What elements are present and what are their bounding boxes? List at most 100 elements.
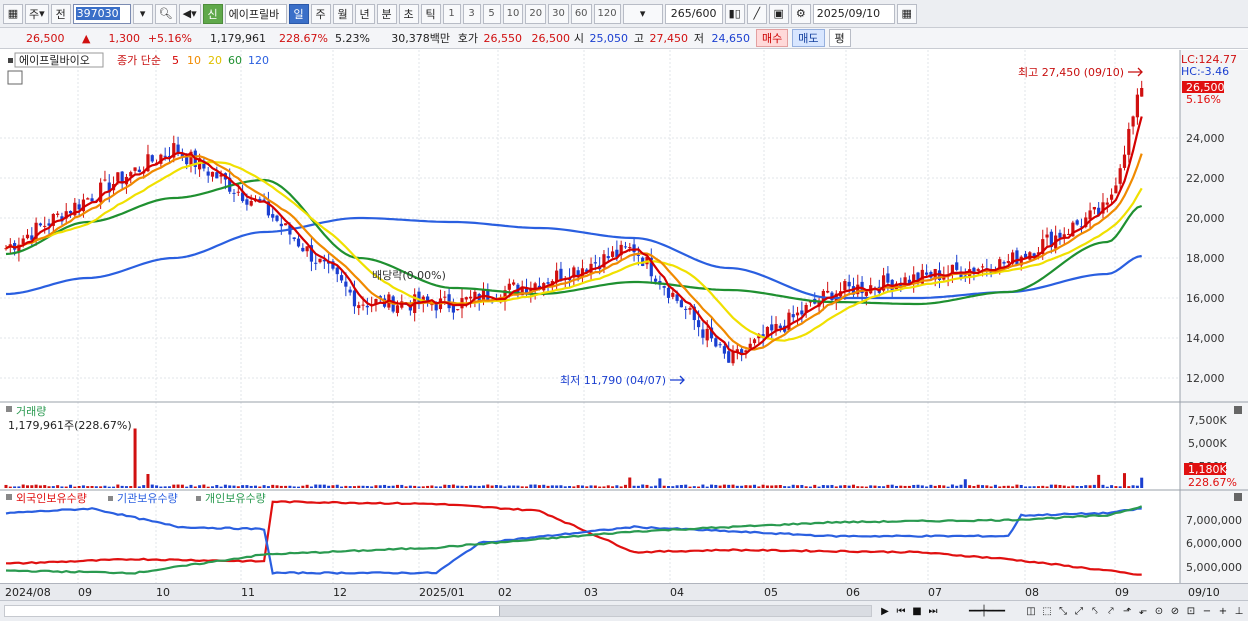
volume-bar bbox=[701, 484, 705, 488]
interval-3-button[interactable]: 3 bbox=[462, 3, 481, 24]
period-day-button[interactable]: 일 bbox=[288, 3, 309, 24]
volume-bar bbox=[1140, 477, 1144, 488]
chart-toolbar: ▦ 주 ▾ 전 397030 ▾ 🔍︎ ◀▾ 신 에이프릴바 일 주 월 년 분 … bbox=[0, 0, 1248, 28]
interval-20-button[interactable]: 20 bbox=[525, 3, 547, 24]
volume-bar bbox=[1105, 486, 1109, 488]
period-minute-button[interactable]: 분 bbox=[376, 3, 397, 24]
volume-bar bbox=[611, 486, 615, 488]
date-field[interactable]: 2025/09/10 bbox=[812, 3, 895, 24]
layout-icon[interactable]: ▦ bbox=[3, 3, 23, 24]
tool-icon[interactable]: ⬐ bbox=[1136, 604, 1150, 618]
tool-icon[interactable]: ⤡ bbox=[1056, 604, 1070, 618]
data-count-field[interactable]: 265/600 bbox=[664, 3, 723, 24]
volume-bar bbox=[1045, 486, 1049, 488]
eval-button[interactable]: 평 bbox=[828, 29, 851, 47]
zoom-slider[interactable]: ━━┿━━━ bbox=[952, 604, 1022, 618]
volume-bar bbox=[417, 486, 421, 488]
volume-bar bbox=[920, 485, 924, 488]
volume-bar bbox=[817, 486, 821, 488]
x-label-09: 09 bbox=[78, 586, 92, 599]
sound-icon[interactable]: ◀▾ bbox=[178, 3, 201, 24]
candle-body bbox=[451, 305, 455, 313]
tool-icon[interactable]: ⤢ bbox=[1072, 604, 1086, 618]
stock-chart[interactable]: 에이프릴바이오 종가 단순 5 10 20 60 120 최고 27,450 (… bbox=[0, 50, 1248, 583]
volume-bar bbox=[727, 484, 731, 488]
scroll-thumb[interactable] bbox=[499, 606, 871, 616]
period-week-button[interactable]: 주 bbox=[310, 3, 331, 24]
volume-bar bbox=[86, 486, 90, 488]
volume-bar bbox=[460, 485, 464, 488]
volume-bar bbox=[912, 484, 916, 488]
candle-body bbox=[718, 344, 722, 346]
tool-icon[interactable]: ⤣ bbox=[1088, 604, 1102, 618]
interval-60-button[interactable]: 60 bbox=[570, 3, 592, 24]
volume-bar bbox=[606, 485, 610, 488]
volume-bar bbox=[51, 486, 55, 488]
volume-bar bbox=[26, 485, 30, 488]
volume-bar bbox=[456, 485, 460, 488]
chart-scrollbar[interactable] bbox=[4, 605, 872, 617]
volume-bar bbox=[494, 484, 498, 488]
grid-toggle-icon[interactable] bbox=[7, 70, 23, 85]
interval-1-button[interactable]: 1 bbox=[442, 3, 461, 24]
volume-bar bbox=[340, 486, 344, 488]
candle-body bbox=[1131, 116, 1135, 127]
volume-bar bbox=[942, 485, 946, 488]
sell-button[interactable]: 매도 bbox=[792, 29, 825, 47]
stock-name-field[interactable]: 에이프릴바 bbox=[224, 3, 287, 24]
buy-button[interactable]: 매수 bbox=[756, 29, 789, 47]
candle-body bbox=[826, 290, 830, 293]
crosshair-icon[interactable]: ⊥ bbox=[1232, 604, 1246, 618]
candle-icon[interactable]: ▮▯ bbox=[724, 3, 745, 24]
volume-bar bbox=[107, 486, 111, 488]
rewind-icon[interactable]: ⏮ bbox=[894, 604, 908, 618]
volume-bar bbox=[800, 484, 804, 488]
volume-bar bbox=[955, 485, 959, 488]
candle-body bbox=[886, 273, 890, 283]
low-annotation: 최저 11,790 (04/07) bbox=[560, 374, 666, 387]
period-month-button[interactable]: 월 bbox=[332, 3, 353, 24]
prev-button[interactable]: 전 bbox=[50, 3, 71, 24]
tool-icon[interactable]: ⬚ bbox=[1040, 604, 1054, 618]
tool-icon[interactable]: ⊘ bbox=[1168, 604, 1182, 618]
period-type-select[interactable]: 주 ▾ bbox=[25, 3, 49, 24]
interval-120-button[interactable]: 120 bbox=[593, 3, 621, 24]
fast-forward-icon[interactable]: ⏭ bbox=[926, 604, 940, 618]
period-second-button[interactable]: 초 bbox=[398, 3, 419, 24]
interval-30-button[interactable]: 30 bbox=[548, 3, 569, 24]
interval-5-button[interactable]: 5 bbox=[482, 3, 501, 24]
settings-icon[interactable]: ⚙ bbox=[790, 3, 811, 24]
volume-bar bbox=[563, 486, 567, 488]
candle-body bbox=[469, 296, 473, 299]
calendar-icon[interactable]: ▦ bbox=[896, 3, 917, 24]
chart-type-icon[interactable]: ╱ bbox=[746, 3, 767, 24]
stock-code-input[interactable]: 397030 bbox=[72, 3, 131, 24]
period-year-button[interactable]: 년 bbox=[354, 3, 375, 24]
x-label-05: 05 bbox=[764, 586, 778, 599]
scroll-right-icon[interactable]: ▶ bbox=[878, 604, 892, 618]
interval-custom-select[interactable]: ▾ bbox=[622, 3, 663, 24]
volume-bar bbox=[533, 484, 537, 488]
volume-bar bbox=[305, 484, 309, 488]
zoom-icon[interactable]: ◫ bbox=[1024, 604, 1038, 618]
new-stock-badge[interactable]: 신 bbox=[202, 3, 223, 24]
zoom-out-icon[interactable]: − bbox=[1200, 604, 1214, 618]
zoom-in-icon[interactable]: + bbox=[1216, 604, 1230, 618]
candle-body bbox=[150, 155, 154, 162]
tool-icon[interactable]: ⬏ bbox=[1120, 604, 1134, 618]
holding-panel-close-icon[interactable] bbox=[1234, 493, 1242, 501]
tool-icon[interactable]: ⊡ bbox=[1184, 604, 1198, 618]
search-icon[interactable]: 🔍︎ bbox=[154, 3, 177, 24]
volume-bar bbox=[770, 485, 774, 488]
tool-icon[interactable]: ⤤ bbox=[1104, 604, 1118, 618]
stop-icon[interactable]: ■ bbox=[910, 604, 924, 618]
volume-bar bbox=[649, 486, 653, 488]
period-tick-button[interactable]: 틱 bbox=[420, 3, 441, 24]
volume-panel-close-icon[interactable] bbox=[1234, 406, 1242, 414]
interval-10-button[interactable]: 10 bbox=[502, 3, 524, 24]
volume-bar bbox=[56, 485, 60, 488]
code-dropdown-icon[interactable]: ▾ bbox=[132, 3, 153, 24]
candle-body bbox=[395, 305, 400, 313]
save-icon[interactable]: ▣ bbox=[768, 3, 789, 24]
tool-icon[interactable]: ⊙ bbox=[1152, 604, 1166, 618]
